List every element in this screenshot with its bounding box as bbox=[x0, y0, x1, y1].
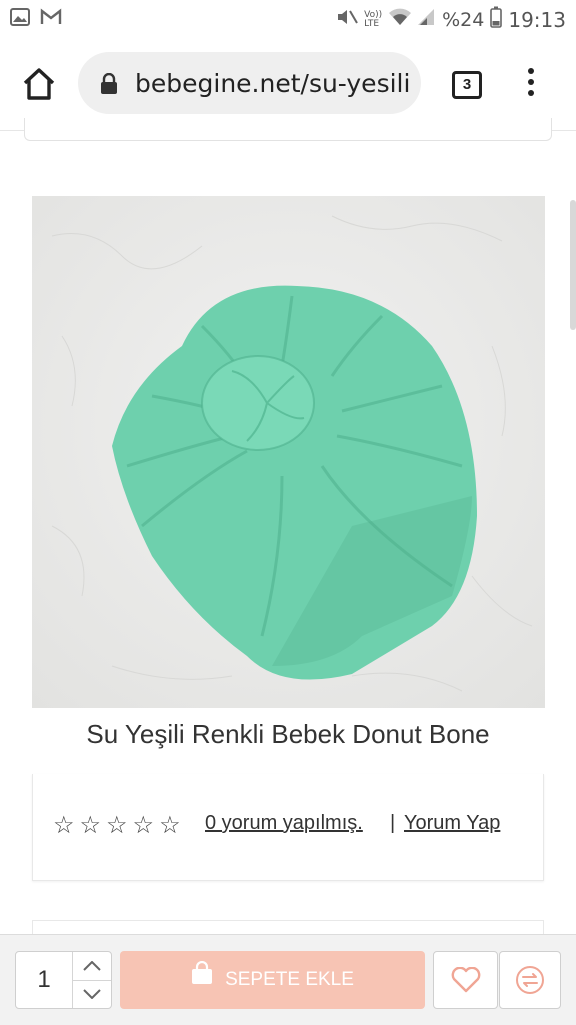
signal-icon bbox=[418, 7, 436, 32]
compare-icon bbox=[516, 966, 544, 994]
search-box-edge[interactable] bbox=[24, 118, 552, 141]
rating-section: ☆ ☆ ☆ ☆ ☆ 0 yorum yapılmış. | Yorum Yap bbox=[32, 774, 544, 881]
volte-indicator: Vo)) LTE bbox=[364, 10, 382, 29]
product-title: Su Yeşili Renkli Bebek Donut Bone bbox=[86, 719, 490, 749]
gallery-icon bbox=[10, 8, 30, 30]
scrollbar-thumb[interactable] bbox=[570, 200, 576, 330]
rating-stars[interactable]: ☆ ☆ ☆ ☆ ☆ bbox=[53, 811, 181, 840]
url-text: bebegine.net/su-yesili bbox=[135, 69, 411, 98]
star-icon[interactable]: ☆ bbox=[159, 811, 181, 840]
add-to-cart-button[interactable]: SEPETE EKLE bbox=[120, 951, 425, 1009]
favorite-button[interactable] bbox=[433, 951, 498, 1009]
chevron-up-icon bbox=[83, 961, 101, 971]
mute-icon bbox=[336, 7, 358, 32]
add-to-cart-label: SEPETE EKLE bbox=[225, 969, 354, 991]
home-button[interactable] bbox=[20, 66, 58, 102]
battery-percent: %24 bbox=[442, 8, 485, 31]
menu-icon[interactable] bbox=[526, 68, 536, 98]
heart-icon bbox=[451, 967, 480, 993]
star-icon[interactable]: ☆ bbox=[80, 811, 102, 840]
write-review-link[interactable]: Yorum Yap bbox=[404, 812, 500, 835]
quantity-increase-button[interactable] bbox=[73, 952, 111, 981]
quantity-input[interactable]: 1 bbox=[16, 952, 73, 1008]
quantity-stepper[interactable]: 1 bbox=[15, 951, 112, 1009]
gmail-icon bbox=[40, 8, 62, 30]
bag-icon bbox=[191, 951, 213, 1009]
cart-action-bar: 1 SEPETE EKLE bbox=[0, 934, 576, 1025]
link-separator: | bbox=[390, 812, 396, 834]
star-icon[interactable]: ☆ bbox=[106, 811, 128, 840]
tab-switcher-button[interactable]: 3 bbox=[452, 71, 482, 99]
compare-button[interactable] bbox=[499, 951, 561, 1009]
home-icon bbox=[23, 68, 55, 100]
url-bar[interactable]: bebegine.net/su-yesili bbox=[78, 52, 421, 114]
lte-label: LTE bbox=[364, 18, 380, 29]
product-image[interactable] bbox=[32, 196, 545, 708]
wifi-icon bbox=[388, 7, 412, 32]
review-count-link[interactable]: 0 yorum yapılmış. bbox=[205, 812, 363, 835]
status-bar: Vo)) LTE %24 19:13 bbox=[0, 0, 576, 38]
star-icon[interactable]: ☆ bbox=[53, 811, 75, 840]
battery-icon bbox=[490, 6, 503, 33]
quantity-decrease-button[interactable] bbox=[73, 980, 111, 1008]
lock-icon bbox=[100, 72, 118, 100]
chevron-down-icon bbox=[83, 989, 101, 999]
star-icon[interactable]: ☆ bbox=[133, 811, 155, 840]
clock: 19:13 bbox=[508, 7, 566, 32]
